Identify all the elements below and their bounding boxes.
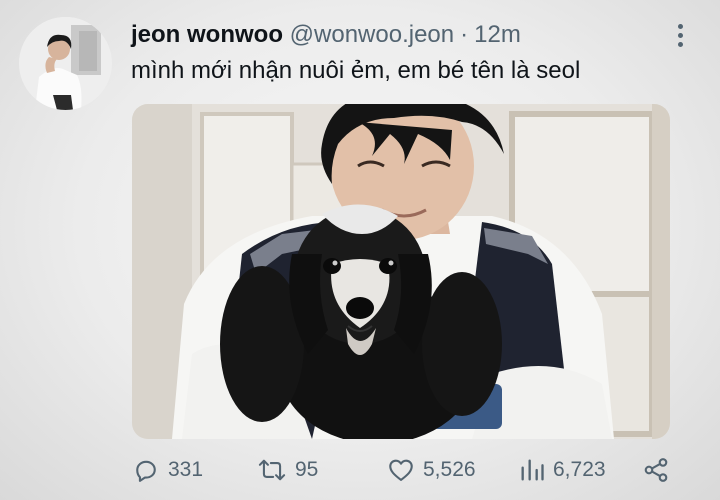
heart-icon [387,456,415,484]
share-icon [642,456,670,484]
like-count: 5,526 [423,458,476,481]
tweet-photo[interactable] [132,104,670,439]
timestamp[interactable]: 12m [474,21,521,48]
more-vertical-icon[interactable] [672,20,688,50]
author-handle[interactable]: @wonwoo.jeon [290,21,454,48]
retweet-button[interactable]: 95 [257,452,318,488]
separator-dot: · [460,21,469,48]
views-bar-chart-icon [519,456,545,484]
reply-count: 331 [168,458,204,481]
retweet-icon [257,456,287,484]
tweet-actions: 331 95 5,526 6,723 [132,452,692,488]
retweet-count: 95 [295,458,319,481]
tweet-header: jeon wonwoo @wonwoo.jeon · 12m [131,20,660,50]
reply-button[interactable]: 331 [132,452,203,488]
like-button[interactable]: 5,526 [387,452,476,488]
avatar[interactable] [19,17,112,110]
views-count: 6,723 [553,458,606,481]
tweet-text: mình mới nhận nuôi ẻm, em bé tên là seol [131,57,581,84]
reply-icon [132,456,160,484]
author-name[interactable]: jeon wonwoo [131,21,283,48]
share-button[interactable] [642,452,670,488]
views-button[interactable]: 6,723 [519,452,606,488]
